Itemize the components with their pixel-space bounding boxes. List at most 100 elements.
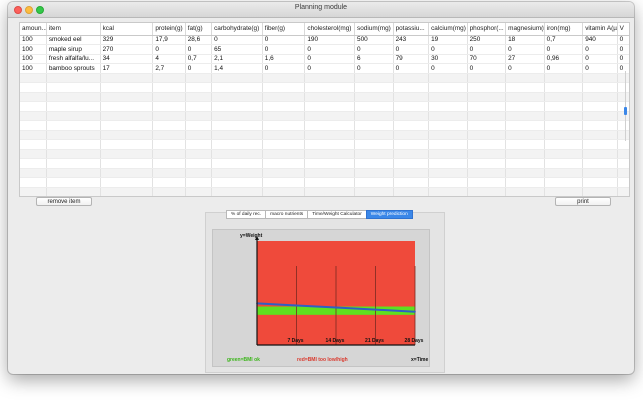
table-cell[interactable]: 0 [617,35,629,45]
table-cell[interactable] [582,82,618,93]
table-cell[interactable] [582,187,618,196]
table-cell[interactable] [185,177,213,188]
table-cell[interactable] [354,187,394,196]
table-cell[interactable] [100,187,154,196]
table-cell[interactable] [100,139,154,150]
table-cell[interactable] [262,73,306,83]
table-cell[interactable] [582,177,618,188]
table-cell[interactable]: 34 [100,54,154,64]
table-cell[interactable] [506,197,545,198]
table-cell[interactable] [185,168,213,178]
table-cell[interactable]: 500 [354,35,394,45]
table-cell[interactable] [185,111,213,121]
table-cell[interactable] [304,92,356,102]
table-cell[interactable] [354,111,394,121]
table-cell[interactable] [20,111,47,121]
table-cell[interactable] [354,73,394,83]
table-cell[interactable] [211,82,263,93]
table-cell[interactable] [354,168,394,178]
table-cell[interactable]: maple sirup [46,44,101,55]
table-cell[interactable]: 0 [262,63,306,74]
table-cell[interactable] [393,139,430,150]
table-cell[interactable] [304,139,356,150]
table-cell[interactable] [185,130,213,140]
table-cell[interactable] [46,73,101,83]
table-cell[interactable] [20,101,47,112]
table-cell[interactable]: 0 [617,54,629,64]
table-cell[interactable]: 940 [582,35,618,45]
table-cell[interactable] [20,187,47,196]
table-cell[interactable] [617,168,629,178]
table-cell[interactable] [544,82,584,93]
table-cell[interactable] [617,197,630,198]
table-cell[interactable] [428,130,468,140]
table-cell[interactable] [582,168,618,178]
table-cell[interactable] [304,187,356,196]
table-cell[interactable] [262,92,306,102]
table-cell[interactable] [467,168,507,178]
table-cell[interactable]: 65 [211,44,263,55]
table-cell[interactable] [505,82,545,93]
table-cell[interactable]: 270 [100,44,154,55]
table-cell[interactable] [46,120,101,131]
table-cell[interactable]: 70 [467,54,507,64]
tab-macro-nutrients[interactable]: macro nutrients [265,210,309,219]
table-cell[interactable]: 0 [354,63,394,74]
table-cell[interactable] [185,92,213,102]
table-cell[interactable] [20,73,47,83]
table-cell[interactable] [428,73,468,83]
table-cell[interactable] [46,130,101,140]
table-cell[interactable] [100,158,154,169]
table-cell[interactable] [46,168,101,178]
table-cell[interactable] [393,120,430,131]
table-cell[interactable] [617,158,629,169]
table-cell[interactable]: 0 [582,54,618,64]
table-cell[interactable]: 2,7 [152,63,186,74]
table-cell[interactable] [467,197,506,198]
table-cell[interactable] [467,177,507,188]
table-cell[interactable]: 250 [467,35,507,45]
column-header[interactable]: protein(g) [152,23,186,36]
table-cell[interactable]: 0 [617,44,629,55]
table-scrollbar[interactable] [622,71,629,141]
table-cell[interactable]: 0 [304,54,356,64]
table-cell[interactable]: 0 [505,63,545,74]
table-cell[interactable]: 4 [152,54,186,64]
table-cell[interactable] [428,149,468,159]
table-cell[interactable] [428,82,468,93]
table-cell[interactable] [304,101,356,112]
table-cell[interactable] [505,73,545,83]
table-cell[interactable] [211,111,263,121]
table-cell[interactable] [582,149,618,159]
table-cell[interactable]: 0 [304,44,356,55]
table-cell[interactable] [428,111,468,121]
table-row[interactable]: 100 smoked eel 329 17,9 28,6 0 0 190 500 243 19 250… [20,35,629,45]
table-cell[interactable] [211,168,263,178]
table-cell[interactable] [354,149,394,159]
tab-of-daily-rec[interactable]: % of daily rec. [226,210,267,219]
column-header[interactable]: V [617,23,629,36]
table-cell[interactable]: bamboo sprouts [46,63,101,74]
table-cell[interactable] [152,168,186,178]
table-cell[interactable]: 0 [428,44,468,55]
table-cell[interactable]: 27 [505,54,545,64]
table-cell[interactable] [467,111,507,121]
table-cell[interactable]: 0 [582,63,618,74]
table-cell[interactable] [393,149,430,159]
table-cell[interactable] [544,187,584,196]
table-cell[interactable] [20,82,47,93]
table-cell[interactable]: 0 [467,44,507,55]
table-cell[interactable] [582,111,618,121]
table-cell[interactable] [544,130,584,140]
table-cell[interactable] [505,149,545,159]
table-cell[interactable] [185,73,213,83]
table-cell[interactable] [20,92,47,102]
table-cell[interactable] [185,149,213,159]
table-cell[interactable]: 19 [428,35,468,45]
table-cell[interactable] [393,82,430,93]
table-cell[interactable] [262,101,306,112]
table-cell[interactable]: 0 [185,44,213,55]
table-cell[interactable] [211,92,263,102]
table-cell[interactable] [617,149,629,159]
table-cell[interactable]: 0 [262,35,306,45]
